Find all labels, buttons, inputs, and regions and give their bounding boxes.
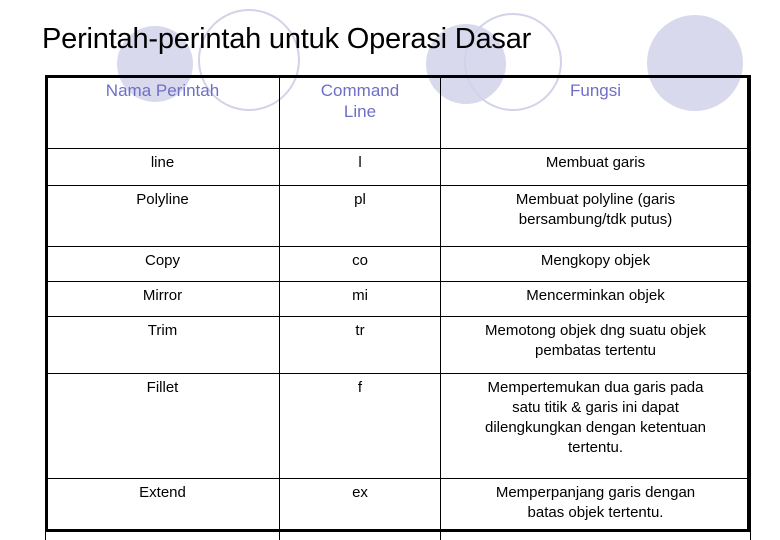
page-title: Perintah-perintah untuk Operasi Dasar — [42, 23, 532, 55]
header-command-line: Command Line — [279, 75, 441, 149]
table-row: line l Membuat garis — [45, 148, 751, 186]
cell-command-name: Extend — [45, 478, 280, 540]
table-row: Mirror mi Mencerminkan objek — [45, 281, 751, 317]
cell-command-line: ex — [279, 478, 441, 540]
cell-fungsi: Membuat polyline (garis bersambung/tdk p… — [440, 185, 751, 247]
cell-command-name: Fillet — [45, 373, 280, 479]
table-header-row: Nama Perintah Command Line Fungsi — [45, 75, 751, 149]
cell-command-name: Mirror — [45, 281, 280, 317]
table-row: Extend ex Memperpanjang garis dengan bat… — [45, 478, 751, 540]
table-header: Nama Perintah Command Line Fungsi — [45, 75, 751, 149]
table-row: Fillet f Mempertemukan dua garis pada sa… — [45, 373, 751, 479]
cell-command-line: f — [279, 373, 441, 479]
table-row: Polyline pl Membuat polyline (garis bers… — [45, 185, 751, 247]
table-row: Copy co Mengkopy objek — [45, 246, 751, 282]
cell-command-line: mi — [279, 281, 441, 317]
cell-command-name: Copy — [45, 246, 280, 282]
cell-fungsi: Mencerminkan objek — [440, 281, 751, 317]
cell-command-line: co — [279, 246, 441, 282]
cell-command-line: l — [279, 148, 441, 186]
cell-command-name: Polyline — [45, 185, 280, 247]
cell-command-name: line — [45, 148, 280, 186]
cell-fungsi: Memperpanjang garis dengan batas objek t… — [440, 478, 751, 540]
header-fungsi: Fungsi — [440, 75, 751, 149]
table-body: line l Membuat garis Polyline pl Membuat… — [45, 148, 751, 540]
cell-command-line: tr — [279, 316, 441, 374]
cell-fungsi: Mempertemukan dua garis pada satu titik … — [440, 373, 751, 479]
cell-fungsi: Memotong objek dng suatu objek pembatas … — [440, 316, 751, 374]
header-nama-perintah: Nama Perintah — [45, 75, 280, 149]
table-row: Trim tr Memotong objek dng suatu objek p… — [45, 316, 751, 374]
cell-fungsi: Membuat garis — [440, 148, 751, 186]
cell-fungsi: Mengkopy objek — [440, 246, 751, 282]
cell-command-line: pl — [279, 185, 441, 247]
cell-command-name: Trim — [45, 316, 280, 374]
slide-canvas: Perintah-perintah untuk Operasi Dasar Na… — [0, 0, 780, 540]
command-reference-table: Nama Perintah Command Line Fungsi line l… — [45, 75, 751, 540]
